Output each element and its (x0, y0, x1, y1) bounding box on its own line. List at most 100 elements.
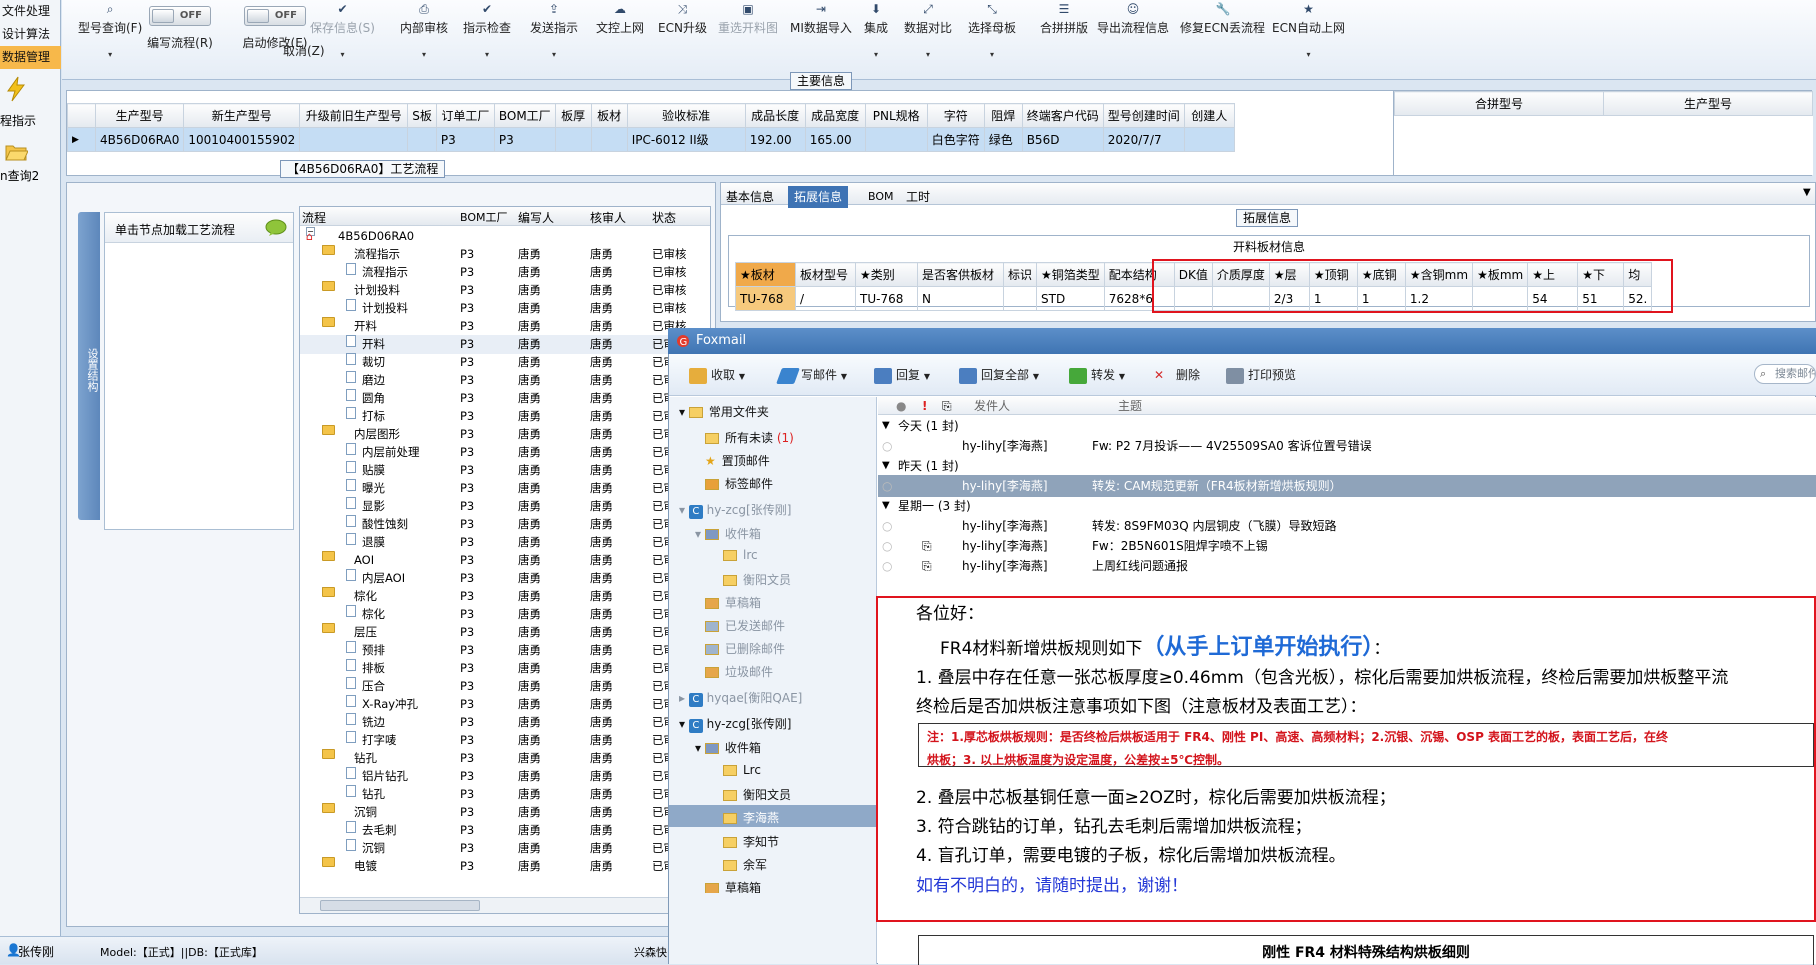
col-production-model[interactable]: 生产型号 (1603, 91, 1813, 116)
tree-row[interactable]: − 开料P3唐勇唐勇已审核 (300, 317, 710, 336)
common-folder[interactable]: ▾ 常用文件夹 (679, 403, 769, 420)
folder-junk[interactable]: 垃圾邮件 (705, 663, 773, 680)
table-cell[interactable]: B56D (1021, 127, 1104, 152)
table-cell[interactable] (1183, 127, 1235, 152)
folder-deleted[interactable]: 已删除邮件 (705, 640, 785, 657)
col-writer[interactable]: 编写人 (518, 209, 554, 226)
toggle-switch[interactable]: OFF (149, 6, 211, 26)
col-header[interactable]: 新生产型号 (183, 103, 301, 128)
col-header[interactable]: ★板材 (735, 262, 796, 287)
col-header[interactable]: 是否客供板材 (917, 262, 1004, 287)
toolbar-button-11[interactable]: ⬇ 集成 ▾ (864, 0, 888, 59)
tree-row[interactable]: − 内层图形P3唐勇唐勇已审核 (300, 425, 710, 444)
forward-button[interactable]: 转发 ▼ (1069, 366, 1125, 384)
tree-row[interactable]: 铝片钻孔P3唐勇唐勇已审核 (300, 767, 710, 786)
chevron-down-icon[interactable]: ▾ (78, 50, 142, 59)
chevron-down-icon[interactable]: ▾ (530, 50, 578, 59)
folder-hy-clerk[interactable]: 衡阳文员 (723, 571, 791, 588)
col-header[interactable]: ★铜箔类型 (1036, 262, 1105, 287)
tree-row[interactable]: 退膜P3唐勇唐勇已审核 (300, 533, 710, 552)
folder-inbox[interactable]: ▾ 收件箱 (695, 525, 761, 542)
mail-row[interactable]: ○ ⎘ hy-lihy[李海燕] 上周红线问题通报 (878, 555, 1816, 577)
tree-row[interactable]: 棕化P3唐勇唐勇已审核 (300, 605, 710, 624)
mail-row[interactable]: ○ hy-lihy[李海燕] 转发: 8S9FM03Q 内层铜皮（飞膜）导致短路 (878, 515, 1816, 537)
table-cell[interactable] (554, 127, 592, 152)
mail-row[interactable]: ○ hy-lihy[李海燕] 转发: CAM规范更新（FR4板材新增烘板规则） (878, 475, 1816, 497)
col-header[interactable]: 板厚 (554, 103, 592, 128)
tree-scrollbar[interactable] (300, 897, 710, 913)
tree-row[interactable]: 酸性蚀刻P3唐勇唐勇已审核 (300, 515, 710, 534)
toolbar-button-12[interactable]: ⤢ 数据对比 ▾ (904, 0, 952, 59)
tab-extended-info[interactable]: 拓展信息 (788, 186, 849, 208)
col-header[interactable]: 板材型号 (795, 262, 856, 287)
tree-row[interactable]: 流程指示 P3 唐勇 唐勇 已审核 (300, 263, 710, 282)
toolbar-button-9[interactable]: ▣ 重选开料图 (718, 0, 778, 36)
tab-basic-info[interactable]: 基本信息 (720, 186, 780, 208)
col-flow[interactable]: 流程 (302, 209, 326, 226)
table-cell[interactable] (590, 127, 628, 152)
tree-row[interactable]: 去毛刺P3唐勇唐勇已审核 (300, 821, 710, 840)
folder-yujun[interactable]: 余军 (723, 856, 767, 873)
account-zcg-2[interactable]: ▾ C hy-zcg[张传刚] (679, 715, 791, 733)
folder-drafts-2[interactable]: 草稿箱 (705, 879, 761, 893)
tree-row[interactable]: − 钻孔P3唐勇唐勇已审核 (300, 749, 710, 768)
tree-row[interactable]: 磨边P3唐勇唐勇已审核 (300, 371, 710, 390)
col-sender[interactable]: 发件人 (974, 397, 1010, 415)
col-header[interactable]: ★类别 (855, 262, 918, 287)
col-header[interactable]: 板材 (590, 103, 628, 128)
tree-row[interactable]: 沉铜P3唐勇唐勇已审核 (300, 839, 710, 858)
nav-item-design[interactable]: 设计算法 (0, 23, 61, 46)
tab-structure[interactable]: 设置结构 (78, 212, 100, 520)
cancel-button[interactable]: 取消(Z) (283, 42, 325, 59)
print-preview-button[interactable]: 打印预览 (1226, 366, 1296, 384)
col-header[interactable]: 验收标准 (626, 103, 746, 128)
col-reviewer[interactable]: 核审人 (590, 209, 626, 226)
table-cell[interactable] (299, 127, 409, 152)
account-zcg[interactable]: ▾ C hy-zcg[张传刚] (679, 501, 791, 519)
col-header[interactable]: S板 (407, 103, 437, 128)
col-subject[interactable]: 主题 (1118, 397, 1142, 415)
table-cell[interactable]: STD (1036, 286, 1105, 311)
tree-row[interactable]: 显影P3唐勇唐勇已审核 (300, 497, 710, 516)
tree-row[interactable]: 贴膜P3唐勇唐勇已审核 (300, 461, 710, 480)
mail-group-header[interactable]: ▼ 星期一 (3 封) (878, 495, 1816, 517)
col-header[interactable]: 标识 (1002, 262, 1038, 287)
folder-unread[interactable]: 所有未读 (1) (705, 429, 794, 446)
chevron-down-icon[interactable]: ▾ (904, 50, 952, 59)
tree-row[interactable]: 计划投料 P3 唐勇 唐勇 已审核 (300, 299, 710, 318)
folder-inbox-2[interactable]: ▾ 收件箱 (695, 739, 761, 756)
folder-hy-clerk-2[interactable]: 衡阳文员 (723, 786, 791, 803)
table-cell[interactable]: / (795, 286, 856, 311)
chevron-down-icon[interactable]: ▾ (1272, 50, 1345, 59)
receive-button[interactable]: 收取 ▼ (689, 366, 745, 384)
tree-row[interactable]: 打字唛P3唐勇唐勇已审核 (300, 731, 710, 750)
folder-lihaiyan[interactable]: 李海燕 (723, 809, 779, 826)
speech-bubble-icon[interactable] (265, 219, 287, 237)
toolbar-button-15[interactable]: ☺ 导出流程信息 (1097, 0, 1169, 36)
toolbar-button-4[interactable]: ⎙ 内部审核 ▾ (400, 0, 448, 59)
tree-row[interactable]: 排板P3唐勇唐勇已审核 (300, 659, 710, 678)
table-cell[interactable] (864, 127, 928, 152)
reply-button[interactable]: 回复 ▼ (874, 366, 930, 384)
nav-item-file[interactable]: 文件处理 (0, 0, 61, 23)
table-cell[interactable]: 165.00 (804, 127, 866, 152)
search-input[interactable]: ⌕ 搜索邮件 (1754, 364, 1816, 384)
tree-row[interactable]: − 流程指示P3唐勇唐勇已审核 (300, 245, 710, 264)
col-header[interactable]: 升级前旧生产型号 (299, 103, 409, 128)
tree-row[interactable]: 曝光P3唐勇唐勇已审核 (300, 479, 710, 498)
folder-open-icon[interactable] (4, 138, 28, 164)
table-cell[interactable]: 4B56D06RA0 (94, 127, 185, 152)
tree-row[interactable]: 打标P3唐勇唐勇已审核 (300, 407, 710, 426)
toolbar-button-7[interactable]: ☁ 文控上网 (596, 0, 644, 36)
folder-tagged[interactable]: 标签邮件 (705, 475, 773, 492)
chevron-down-icon[interactable]: ▾ (400, 50, 448, 59)
mail-group-header[interactable]: ▼ 昨天 (1 封) (878, 455, 1816, 477)
col-merge-model[interactable]: 合拼型号 (1394, 91, 1604, 116)
nav-link-flow[interactable]: 程指示 (0, 112, 61, 129)
folder-sent[interactable]: 已发送邮件 (705, 617, 785, 634)
col-bom[interactable]: BOM工厂 (460, 209, 508, 225)
col-header[interactable]: 成品长度 (744, 103, 806, 128)
tree-row[interactable]: 内层前处理P3唐勇唐勇已审核 (300, 443, 710, 462)
tree-row[interactable]: 裁切P3唐勇唐勇已审核 (300, 353, 710, 372)
tree-row[interactable]: 预排P3唐勇唐勇已审核 (300, 641, 710, 660)
